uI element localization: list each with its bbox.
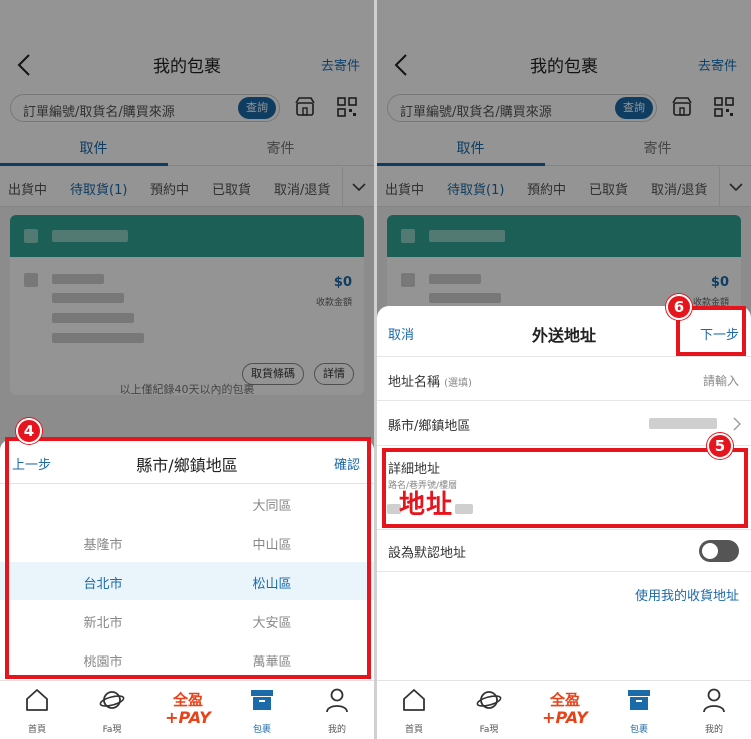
annotation-box-step4	[5, 437, 371, 679]
pay-logo-line2: +PAY	[542, 708, 589, 727]
address-name-label: 地址名稱 (選填)	[388, 371, 472, 390]
nav-label: 我的	[704, 725, 723, 735]
address-name-row[interactable]: 地址名稱 (選填) 請輸入	[377, 356, 751, 401]
nav-home[interactable]: 首頁	[0, 681, 74, 739]
pay-logo: 全盈 +PAY	[542, 691, 589, 727]
toggle-knob	[702, 543, 718, 559]
region-row[interactable]: 縣市/鄉鎮地區	[377, 401, 751, 446]
pay-logo-line1: 全盈	[549, 691, 580, 709]
address-name-label-text: 地址名稱	[388, 375, 441, 390]
redacted-region-value	[649, 418, 717, 429]
nav-label: 包裹	[629, 725, 648, 735]
annotation-box-step5	[382, 448, 748, 528]
pay-logo-line2: +PAY	[165, 708, 212, 727]
home-icon	[403, 689, 425, 711]
package-box-icon	[628, 690, 650, 710]
nav-pay[interactable]: 全盈 +PAY	[527, 681, 601, 739]
planet-icon	[99, 691, 125, 709]
package-box-icon	[251, 690, 273, 710]
chevron-right-icon	[733, 417, 741, 431]
nav-fa[interactable]: Fa現	[75, 681, 149, 739]
region-label: 縣市/鄉鎮地區	[388, 419, 471, 434]
address-name-input[interactable]: 請輸入	[703, 372, 739, 389]
pay-logo: 全盈 +PAY	[165, 691, 212, 727]
pay-logo-line1: 全盈	[172, 691, 203, 709]
annotation-badge-step4: 4	[16, 418, 42, 444]
bottom-nav: 首頁 Fa現 全盈 +PAY 包裹 我的	[0, 680, 374, 739]
nav-pay[interactable]: 全盈 +PAY	[150, 681, 224, 739]
nav-label: 我的	[327, 725, 346, 735]
user-icon	[703, 688, 725, 713]
left-phone-screen: 我的包裹 去寄件 訂單編號/取貨名/購買來源 查詢 取件 寄件 出貨中 待取貨(…	[0, 0, 374, 739]
annotation-badge-step5: 5	[707, 433, 733, 459]
nav-label: 首頁	[27, 725, 46, 735]
nav-package[interactable]: 包裹	[602, 681, 676, 739]
annotation-badge-step6: 6	[666, 294, 692, 320]
nav-label: 包裹	[252, 725, 271, 735]
user-icon	[326, 688, 348, 713]
nav-home[interactable]: 首頁	[377, 681, 451, 739]
right-phone-screen: 我的包裹 去寄件 訂單編號/取貨名/購買來源 查詢 取件 寄件 出貨中 待取貨(…	[377, 0, 751, 739]
default-address-label: 設為默認地址	[388, 546, 467, 561]
nav-fa[interactable]: Fa現	[452, 681, 526, 739]
nav-label: Fa現	[479, 725, 499, 735]
nav-mine[interactable]: 我的	[677, 681, 751, 739]
nav-package[interactable]: 包裹	[225, 681, 299, 739]
default-address-row: 設為默認地址	[377, 530, 751, 572]
nav-label: 首頁	[404, 725, 423, 735]
nav-mine[interactable]: 我的	[300, 681, 374, 739]
planet-icon	[476, 691, 502, 709]
bottom-nav: 首頁 Fa現 全盈 +PAY 包裹 我的	[377, 680, 751, 739]
use-my-address-link[interactable]: 使用我的收貨地址	[635, 585, 739, 604]
optional-hint: (選填)	[444, 378, 472, 389]
default-address-toggle[interactable]	[699, 540, 739, 562]
home-icon	[26, 689, 48, 711]
nav-label: Fa現	[102, 725, 122, 735]
